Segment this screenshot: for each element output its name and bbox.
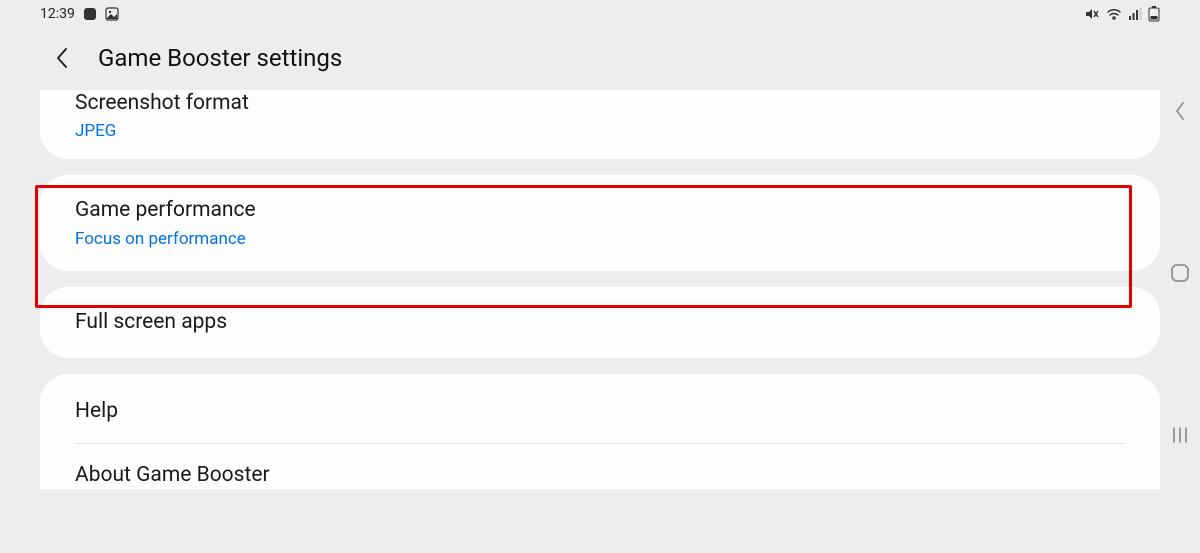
item-title: Help xyxy=(75,398,1125,425)
gallery-icon xyxy=(105,7,119,21)
item-title: Full screen apps xyxy=(75,309,1125,336)
app-icon-1 xyxy=(83,7,97,21)
chevron-left-icon xyxy=(1174,100,1186,122)
nav-back-button[interactable] xyxy=(1169,100,1191,122)
screenshot-format-item[interactable]: Screenshot format JPEG xyxy=(40,90,1160,159)
status-time: 12:39 xyxy=(40,6,75,22)
full-screen-apps-item[interactable]: Full screen apps xyxy=(40,287,1160,358)
settings-list: Screenshot format JPEG Game performance … xyxy=(0,90,1200,489)
about-item[interactable]: About Game Booster xyxy=(75,444,1125,489)
chevron-left-icon xyxy=(55,47,69,69)
item-subtitle: JPEG xyxy=(75,121,1125,141)
item-subtitle: Focus on performance xyxy=(75,229,1125,249)
status-bar-left: 12:39 xyxy=(40,6,119,22)
nav-rail xyxy=(1160,100,1200,446)
status-bar-right xyxy=(1084,6,1160,22)
page-title: Game Booster settings xyxy=(98,44,342,72)
status-bar: 12:39 xyxy=(0,0,1200,28)
signal-icon xyxy=(1128,7,1142,21)
home-icon xyxy=(1170,263,1190,283)
battery-icon xyxy=(1148,6,1160,22)
item-title: Screenshot format xyxy=(75,90,1125,117)
help-about-card: Help About Game Booster xyxy=(40,374,1160,490)
wifi-icon xyxy=(1106,7,1122,21)
item-title: Game performance xyxy=(75,197,1125,224)
header: Game Booster settings xyxy=(0,28,1200,90)
game-performance-item[interactable]: Game performance Focus on performance xyxy=(40,175,1160,270)
back-button[interactable] xyxy=(50,46,74,70)
nav-home-button[interactable] xyxy=(1169,262,1191,284)
help-item[interactable]: Help xyxy=(75,398,1125,425)
nav-recents-button[interactable] xyxy=(1169,424,1191,446)
item-title: About Game Booster xyxy=(75,462,1125,489)
mute-icon xyxy=(1084,7,1100,21)
recents-icon xyxy=(1171,426,1189,444)
